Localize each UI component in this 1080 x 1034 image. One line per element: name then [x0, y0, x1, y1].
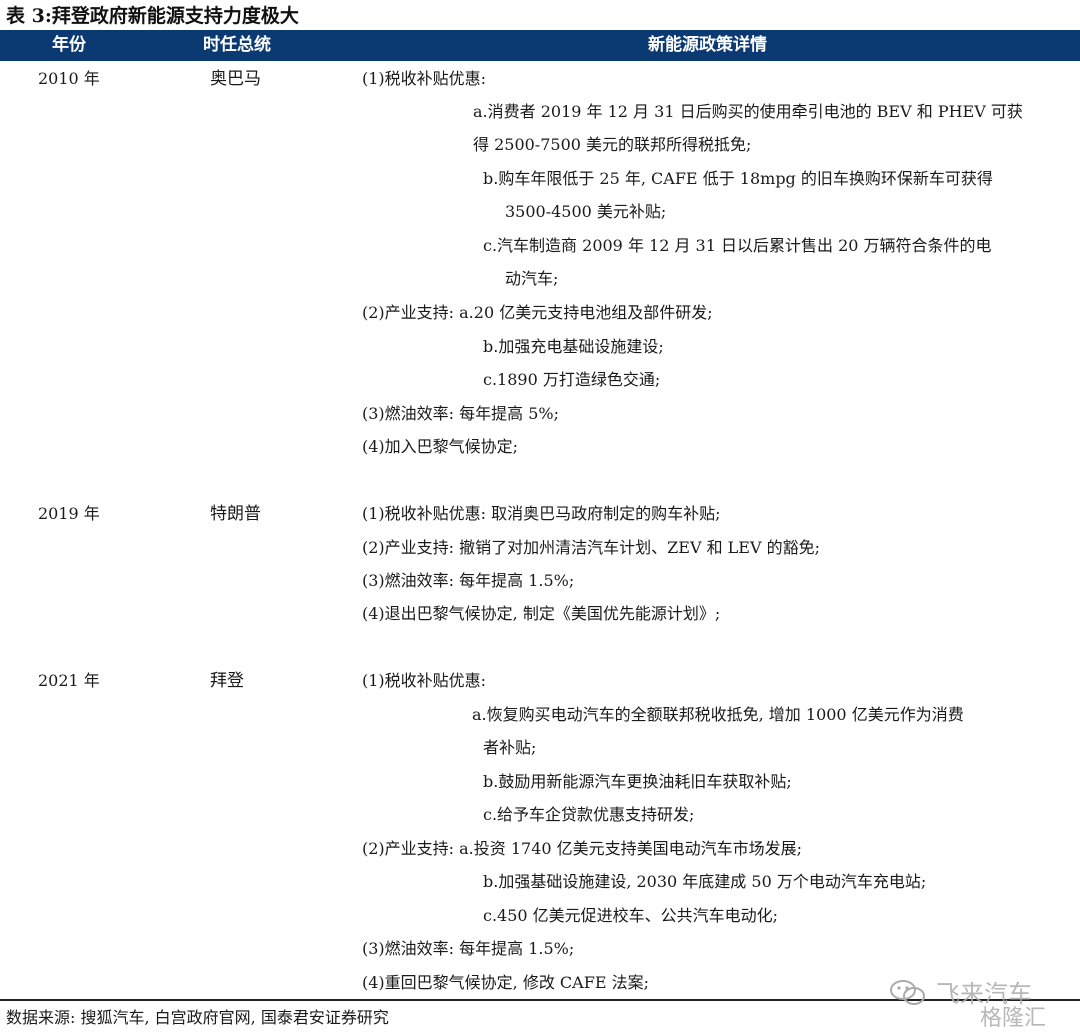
row-president: 拜登: [210, 671, 244, 691]
detail-line: b.鼓励用新能源汽车更换油耗旧车获取补贴;: [483, 772, 792, 791]
table-header: 年份 时任总统 新能源政策详情: [0, 30, 1080, 61]
detail-line: c.1890 万打造绿色交通;: [483, 370, 661, 389]
detail-line: (4)退出巴黎气候协定, 制定《美国优先能源计划》;: [362, 604, 721, 623]
detail-line: (1)税收补贴优惠:: [362, 671, 487, 690]
table-bottom-rule: [0, 999, 1080, 1001]
watermark: 飞来汽车 格隆汇: [888, 972, 1078, 1032]
detail-line: 动汽车;: [505, 269, 559, 288]
detail-line: b.购车年限低于 25 年, CAFE 低于 18mpg 的旧车换购环保新车可获…: [483, 169, 993, 188]
detail-line: b.加强基础设施建设, 2030 年底建成 50 万个电动汽车充电站;: [483, 872, 927, 891]
detail-line: a.恢复购买电动汽车的全额联邦税收抵免, 增加 1000 亿美元作为消费: [472, 705, 964, 724]
detail-line: c.汽车制造商 2009 年 12 月 31 日以后累计售出 20 万辆符合条件…: [483, 236, 992, 255]
row-year: 2019 年: [38, 504, 100, 523]
watermark-text: 飞来汽车: [936, 980, 1032, 1008]
detail-line: (4)加入巴黎气候协定;: [362, 437, 519, 456]
header-year: 年份: [52, 35, 86, 55]
detail-line: 得 2500-7500 美元的联邦所得税抵免;: [473, 135, 752, 154]
table-title: 表 3:拜登政府新能源支持力度极大: [6, 5, 299, 27]
row-year: 2021 年: [38, 671, 100, 690]
detail-line: (1)税收补贴优惠: 取消奥巴马政府制定的购车补贴;: [362, 504, 721, 523]
detail-line: 者补贴;: [483, 738, 537, 757]
detail-line: 3500-4500 美元补贴;: [505, 202, 667, 221]
detail-line: (2)产业支持: 撤销了对加州清洁汽车计划、ZEV 和 LEV 的豁免;: [362, 538, 821, 557]
detail-line: (3)燃油效率: 每年提高 1.5%;: [362, 571, 575, 590]
detail-line: c.给予车企贷款优惠支持研发;: [483, 805, 695, 824]
row-president: 奥巴马: [210, 69, 261, 89]
data-source: 数据来源: 搜狐汽车, 白宫政府官网, 国泰君安证券研究: [6, 1008, 389, 1027]
detail-line: (4)重回巴黎气候协定, 修改 CAFE 法案;: [362, 973, 649, 992]
detail-line: b.加强充电基础设施建设;: [483, 337, 664, 356]
detail-line: (3)燃油效率: 每年提高 1.5%;: [362, 939, 575, 958]
detail-line: (3)燃油效率: 每年提高 5%;: [362, 404, 560, 423]
header-president: 时任总统: [203, 35, 271, 55]
detail-line: c.450 亿美元促进校车、公共汽车电动化;: [483, 906, 779, 925]
row-year: 2010 年: [38, 69, 100, 88]
detail-line: a.消费者 2019 年 12 月 31 日后购买的使用牵引电池的 BEV 和 …: [473, 102, 1023, 121]
watermark-text: 格隆汇: [980, 1006, 1047, 1031]
wechat-icon: [890, 980, 925, 1005]
detail-line: (2)产业支持: a.20 亿美元支持电池组及部件研发;: [362, 303, 713, 322]
detail-line: (2)产业支持: a.投资 1740 亿美元支持美国电动汽车市场发展;: [362, 839, 803, 858]
row-president: 特朗普: [210, 504, 261, 524]
detail-line: (1)税收补贴优惠:: [362, 69, 487, 88]
header-detail: 新能源政策详情: [648, 35, 767, 55]
